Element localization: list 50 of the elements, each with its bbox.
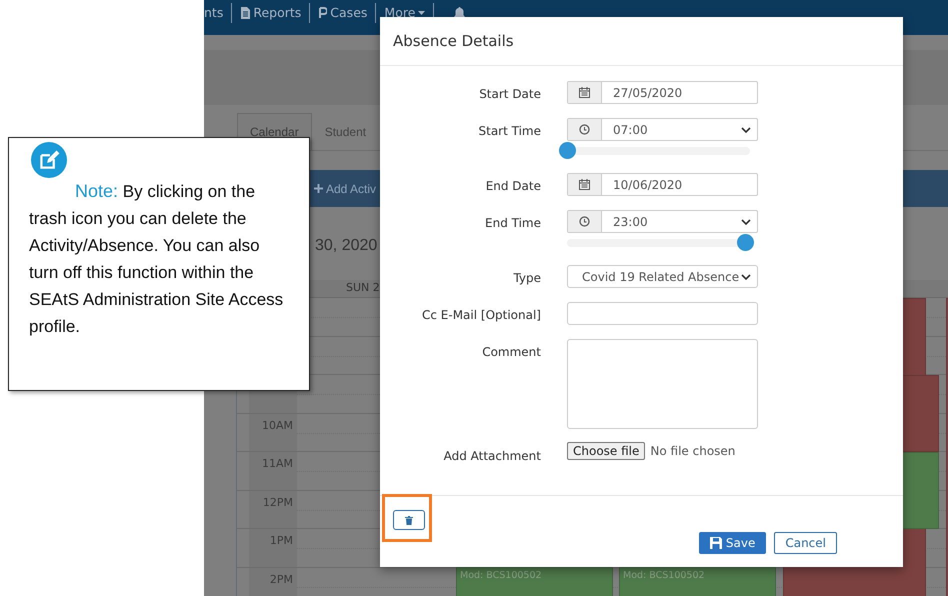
nav-link[interactable]: More (384, 5, 416, 20)
time-label: 12PM (262, 496, 293, 508)
date-field[interactable]: 27/05/2020 (567, 81, 758, 104)
cases-icon (318, 6, 328, 18)
time-label: 10AM (260, 418, 293, 432)
time-dropdown[interactable]: 07:00 (567, 118, 758, 141)
field-label: End Time (484, 215, 541, 230)
day-header: SUN 2 (346, 281, 380, 296)
cancel-button[interactable]: Cancel (774, 532, 837, 554)
field-label: End Date (484, 178, 541, 193)
field-label: Add Attachment (442, 448, 541, 463)
nav-link[interactable]: Cases (330, 5, 368, 20)
document-icon (240, 6, 250, 18)
chevron-icon (741, 274, 751, 280)
dialog-title: Absence Details (393, 32, 515, 50)
clock-icon (579, 124, 590, 135)
field-label: Start Time (478, 123, 541, 138)
nav-link[interactable]: nts (204, 5, 224, 20)
time-label: 1PM (268, 534, 293, 547)
add-activity-button[interactable]: Add Activ (314, 182, 376, 196)
nav-link[interactable]: Reports (253, 5, 302, 20)
field-label: Start Date (478, 86, 541, 101)
save-button[interactable]: Save (698, 532, 766, 554)
time-label: 2PM (268, 572, 293, 586)
caret-icon (418, 10, 426, 14)
date-heading: 30, 2020 (315, 237, 378, 256)
field-label: Cc E-Mail [Optional] (421, 307, 541, 322)
calendar-icon (579, 87, 590, 98)
choose-file-button[interactable]: Choose file (567, 442, 646, 460)
clock-icon (579, 216, 590, 227)
slider-thumb[interactable] (559, 142, 576, 159)
calendar-icon (579, 179, 590, 190)
field-label: Type (512, 270, 541, 285)
slider-thumb[interactable] (737, 234, 754, 251)
email-field[interactable] (567, 302, 758, 325)
type-dropdown[interactable]: Covid 19 Related Absence (567, 265, 758, 288)
time-dropdown[interactable]: 23:00 (567, 210, 758, 233)
trash-icon (405, 516, 413, 524)
comment-field[interactable] (567, 339, 758, 429)
date-field[interactable]: 10/06/2020 (567, 173, 758, 196)
note-text: Note: By clicking on the trash icon you can delete the Activity/Absence. You can also turn off this function within the SEAtS Administration Site Access profile. (29, 180, 284, 338)
field-label: Comment (481, 344, 541, 359)
plus-icon (314, 184, 323, 193)
file-status: No file chosen (650, 444, 736, 458)
chevron-icon (741, 218, 751, 224)
edit-icon (31, 142, 67, 178)
time-label: 11AM (260, 457, 293, 470)
chevron-icon (741, 126, 751, 132)
bell-icon (454, 6, 466, 18)
delete-button[interactable] (393, 510, 425, 530)
